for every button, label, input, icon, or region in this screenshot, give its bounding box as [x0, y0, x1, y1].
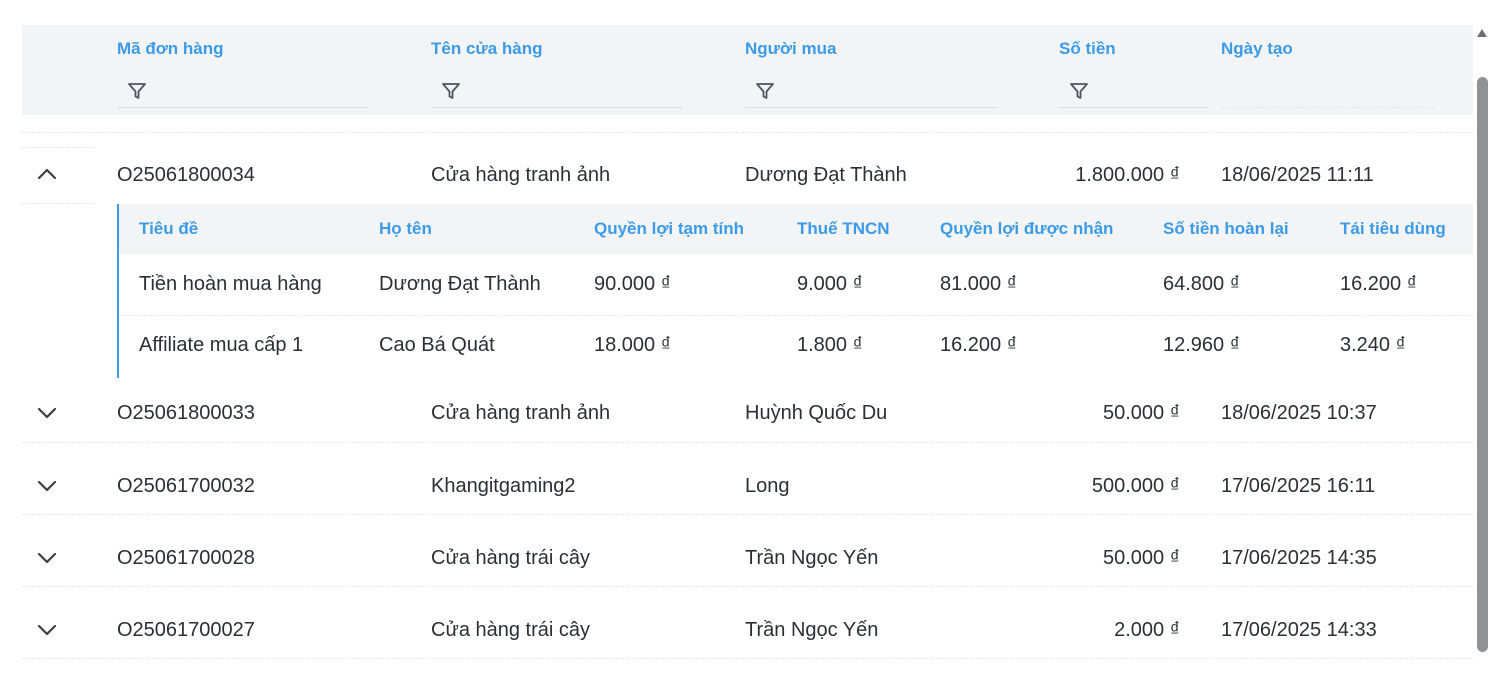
column-order-id: Mã đơn hàng	[117, 25, 369, 115]
table-row[interactable]: O25061700032 Khangitgaming2 Long 500.000…	[22, 442, 1473, 514]
subtable-row: Tiền hoàn mua hàng Dương Đạt Thành 90.00…	[119, 254, 1473, 315]
column-label-buyer[interactable]: Người mua	[745, 39, 836, 59]
benefit-subtable: Tiêu đề Họ tên Quyền lợi tạm tính Thuế T…	[117, 204, 1473, 378]
chevron-up-icon[interactable]	[36, 166, 58, 182]
column-label-created[interactable]: Ngày tạo	[1221, 39, 1293, 59]
order-id: O25061700032	[117, 475, 255, 497]
sub-full-name: Cao Bá Quát	[379, 334, 495, 356]
column-created: Ngày tạo	[1221, 25, 1435, 115]
created-date: 17/06/2025 16:11	[1221, 475, 1376, 497]
order-amount: 500.000 ₫	[1091, 475, 1180, 497]
column-store-name: Tên cửa hàng	[431, 25, 683, 115]
row-divider	[22, 147, 94, 148]
sub-column-title: Tiêu đề	[139, 219, 199, 238]
created-date: 17/06/2025 14:33	[1221, 619, 1377, 641]
column-amount: Số tiền	[1059, 25, 1209, 115]
order-amount: 50.000 ₫	[1103, 547, 1180, 569]
sub-pit: 1.800 ₫	[797, 334, 863, 356]
created-date: 18/06/2025 10:37	[1221, 402, 1377, 424]
row-divider	[22, 132, 1473, 133]
table-header: Mã đơn hàng Tên cửa hàng Người mua Số ti…	[22, 25, 1473, 115]
buyer-name: Dương Đạt Thành	[745, 164, 907, 186]
sub-column-pit: Thuế TNCN	[797, 219, 890, 238]
filter-store-name[interactable]	[431, 77, 683, 108]
subtable-header: Tiêu đề Họ tên Quyền lợi tạm tính Thuế T…	[119, 204, 1473, 254]
created-date: 17/06/2025 14:35	[1221, 547, 1377, 569]
buyer-name: Trần Ngọc Yến	[745, 547, 879, 569]
sub-reuse: 16.200 ₫	[1340, 273, 1417, 295]
table-row[interactable]: O25061700027 Cửa hàng trái cây Trần Ngọc…	[22, 586, 1473, 658]
table-row[interactable]: O25061700028 Cửa hàng trái cây Trần Ngọc…	[22, 514, 1473, 586]
order-id: O25061700027	[117, 619, 255, 641]
sub-column-full-name: Họ tên	[379, 219, 432, 238]
sub-provisional: 18.000 ₫	[594, 334, 671, 356]
sub-column-refund: Số tiền hoàn lại	[1163, 219, 1289, 238]
sub-title: Tiền hoàn mua hàng	[139, 273, 322, 295]
buyer-name: Long	[745, 475, 790, 497]
sub-column-received: Quyền lợi được nhận	[940, 219, 1114, 238]
row-divider	[22, 203, 94, 204]
sub-refund: 64.800 ₫	[1163, 273, 1240, 295]
chevron-down-icon[interactable]	[36, 550, 58, 566]
sub-pit: 9.000 ₫	[797, 273, 863, 295]
created-date: 18/06/2025 11:11	[1221, 164, 1374, 186]
filter-buyer[interactable]	[745, 77, 997, 108]
filter-icon[interactable]	[441, 81, 461, 101]
sub-column-reuse: Tái tiêu dùng	[1340, 219, 1446, 238]
vertical-scrollbar[interactable]	[1475, 25, 1489, 679]
order-amount: 2.000 ₫	[1114, 619, 1180, 641]
order-id: O25061800034	[117, 164, 255, 186]
buyer-name: Huỳnh Quốc Du	[745, 402, 888, 424]
row-divider	[22, 658, 1473, 659]
column-buyer: Người mua	[745, 25, 997, 115]
orders-table: Mã đơn hàng Tên cửa hàng Người mua Số ti…	[22, 25, 1473, 679]
order-id: O25061800033	[117, 402, 255, 424]
sub-received: 16.200 ₫	[940, 334, 1017, 356]
order-amount: 50.000 ₫	[1103, 402, 1180, 424]
store-name: Cửa hàng tranh ảnh	[431, 402, 611, 424]
chevron-down-icon[interactable]	[36, 405, 58, 421]
column-label-order-id[interactable]: Mã đơn hàng	[117, 39, 224, 59]
column-label-store-name[interactable]: Tên cửa hàng	[431, 39, 543, 59]
filter-icon[interactable]	[127, 81, 147, 101]
filter-created[interactable]	[1221, 77, 1435, 108]
scrollbar-thumb[interactable]	[1477, 77, 1488, 652]
sub-provisional: 90.000 ₫	[594, 273, 671, 295]
buyer-name: Trần Ngọc Yến	[745, 619, 879, 641]
store-name: Cửa hàng tranh ảnh	[431, 164, 611, 186]
sub-title: Affiliate mua cấp 1	[139, 334, 304, 356]
sub-refund: 12.960 ₫	[1163, 334, 1240, 356]
store-name: Cửa hàng trái cây	[431, 547, 591, 569]
order-amount: 1.800.000 ₫	[1075, 164, 1180, 186]
filter-icon[interactable]	[1069, 81, 1089, 101]
sub-column-provisional: Quyền lợi tạm tính	[594, 219, 744, 238]
chevron-down-icon[interactable]	[36, 478, 58, 494]
table-row[interactable]: O25061800034 Cửa hàng tranh ảnh Dương Đạ…	[22, 147, 1473, 203]
order-id: O25061700028	[117, 547, 255, 569]
subtable-row: Affiliate mua cấp 1 Cao Bá Quát 18.000 ₫…	[119, 315, 1473, 376]
sub-received: 81.000 ₫	[940, 273, 1017, 295]
filter-order-id[interactable]	[117, 77, 369, 108]
chevron-down-icon[interactable]	[36, 622, 58, 638]
store-name: Khangitgaming2	[431, 475, 576, 497]
store-name: Cửa hàng trái cây	[431, 619, 591, 641]
scroll-up-arrow-icon[interactable]	[1477, 29, 1487, 37]
sub-reuse: 3.240 ₫	[1340, 334, 1406, 356]
filter-icon[interactable]	[755, 81, 775, 101]
column-label-amount[interactable]: Số tiền	[1059, 39, 1116, 59]
sub-full-name: Dương Đạt Thành	[379, 273, 541, 295]
filter-amount[interactable]	[1059, 77, 1209, 108]
table-row[interactable]: O25061800033 Cửa hàng tranh ảnh Huỳnh Qu…	[22, 382, 1473, 442]
